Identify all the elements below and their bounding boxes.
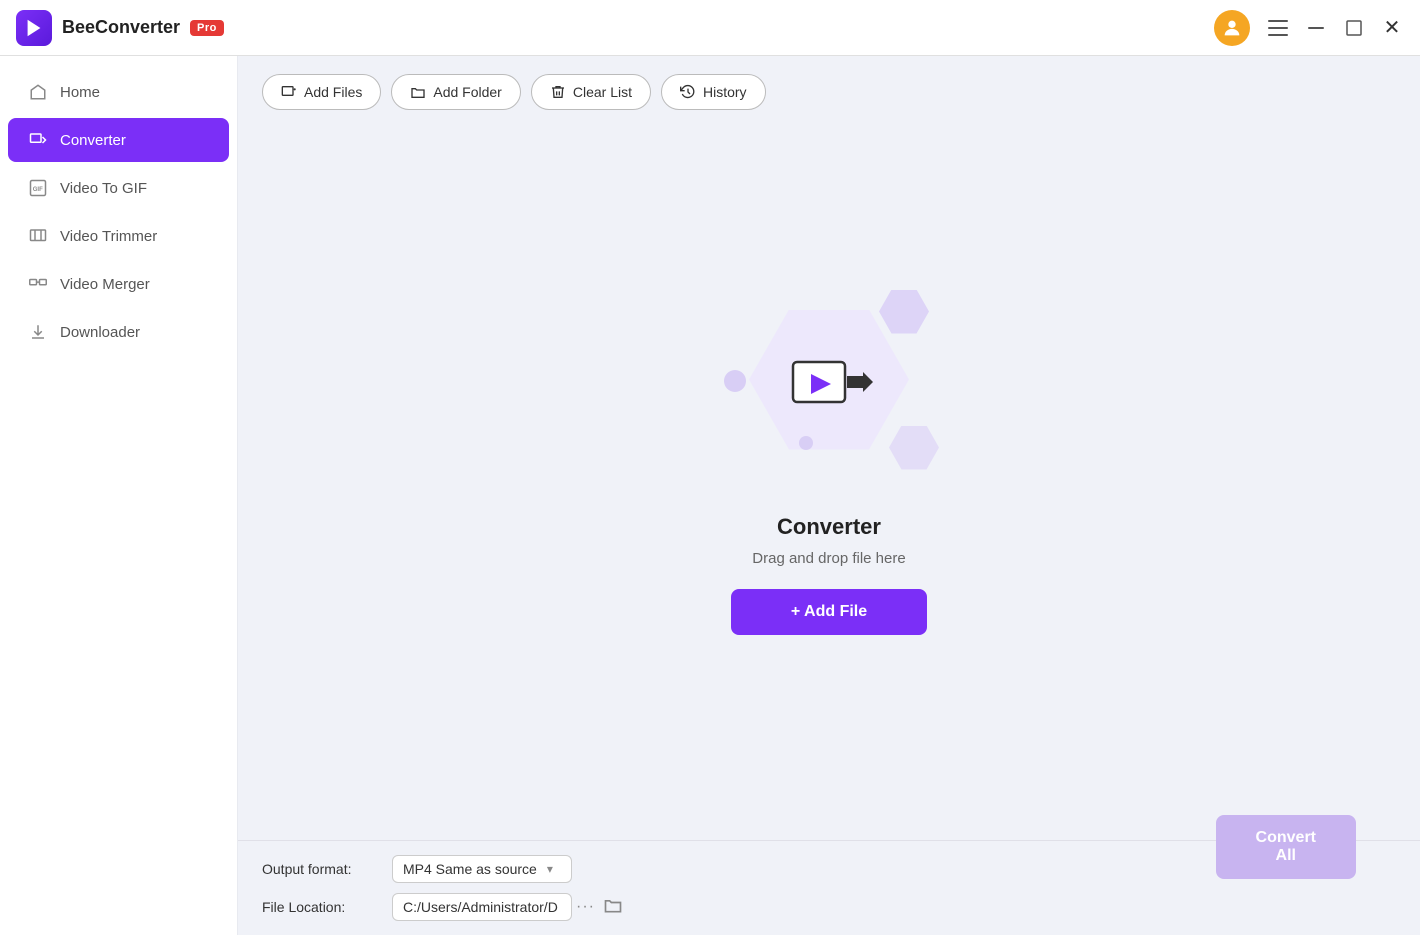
menu-button[interactable] [1266, 16, 1290, 40]
output-format-value: MP4 Same as source [403, 861, 537, 877]
file-location-label: File Location: [262, 899, 392, 915]
main-layout: Home Converter GIF Video To GIF [0, 56, 1420, 935]
dropzone-illustration [709, 290, 949, 490]
avatar[interactable] [1214, 10, 1250, 46]
sidebar: Home Converter GIF Video To GIF [0, 56, 238, 935]
content-area: Add Files Add Folder Clear List [238, 56, 1420, 935]
gif-icon: GIF [28, 178, 48, 198]
sidebar-item-home[interactable]: Home [8, 70, 229, 114]
bubble-1 [724, 370, 746, 392]
sidebar-label-trimmer: Video Trimmer [60, 228, 157, 245]
sidebar-item-downloader[interactable]: Downloader [8, 310, 229, 354]
convert-all-button[interactable]: Convert All [1216, 815, 1356, 879]
sidebar-label-gif: Video To GIF [60, 180, 147, 197]
sidebar-item-video-trimmer[interactable]: Video Trimmer [8, 214, 229, 258]
clear-list-label: Clear List [573, 84, 632, 100]
downloader-icon [28, 322, 48, 342]
pro-badge: Pro [190, 20, 224, 36]
converter-nav-icon [28, 130, 48, 150]
app-logo [16, 10, 52, 46]
add-file-button[interactable]: + Add File [731, 589, 927, 635]
sidebar-item-converter[interactable]: Converter [8, 118, 229, 162]
svg-text:GIF: GIF [33, 187, 43, 193]
chevron-down-icon: ▾ [547, 862, 553, 876]
titlebar: BeeConverter Pro ✕ [0, 0, 1420, 56]
bubble-2 [799, 436, 813, 450]
close-button[interactable]: ✕ [1380, 16, 1404, 40]
sidebar-item-video-to-gif[interactable]: GIF Video To GIF [8, 166, 229, 210]
toolbar: Add Files Add Folder Clear List [238, 56, 1420, 124]
file-location-more-button[interactable]: ··· [572, 898, 599, 916]
file-location-display: C:/Users/Administrator/D [392, 893, 572, 921]
file-location-value: C:/Users/Administrator/D [403, 899, 558, 915]
hex-small-1 [879, 290, 929, 334]
open-folder-button[interactable] [603, 895, 623, 920]
output-format-label: Output format: [262, 861, 392, 877]
add-files-label: Add Files [304, 84, 362, 100]
dropzone-subtitle: Drag and drop file here [752, 550, 905, 567]
maximize-button[interactable] [1342, 16, 1366, 40]
history-label: History [703, 84, 747, 100]
sidebar-label-merger: Video Merger [60, 276, 150, 293]
minimize-button[interactable] [1304, 16, 1328, 40]
add-folder-label: Add Folder [433, 84, 501, 100]
output-format-select[interactable]: MP4 Same as source ▾ [392, 855, 572, 883]
window-controls: ✕ [1266, 16, 1404, 40]
converter-icon-wrap [784, 350, 874, 430]
home-icon [28, 82, 48, 102]
trimmer-icon [28, 226, 48, 246]
dropzone-title: Converter [777, 514, 881, 540]
sidebar-label-converter: Converter [60, 132, 126, 149]
hex-small-2 [889, 426, 939, 470]
add-folder-button[interactable]: Add Folder [391, 74, 520, 110]
merger-icon [28, 274, 48, 294]
sidebar-item-video-merger[interactable]: Video Merger [8, 262, 229, 306]
file-location-row: File Location: C:/Users/Administrator/D … [262, 893, 1396, 921]
clear-list-button[interactable]: Clear List [531, 74, 651, 110]
dropzone: Converter Drag and drop file here + Add … [238, 124, 1420, 840]
add-files-button[interactable]: Add Files [262, 74, 381, 110]
app-name: BeeConverter [62, 17, 180, 38]
sidebar-label-home: Home [60, 84, 100, 101]
history-button[interactable]: History [661, 74, 766, 110]
sidebar-label-downloader: Downloader [60, 324, 140, 341]
